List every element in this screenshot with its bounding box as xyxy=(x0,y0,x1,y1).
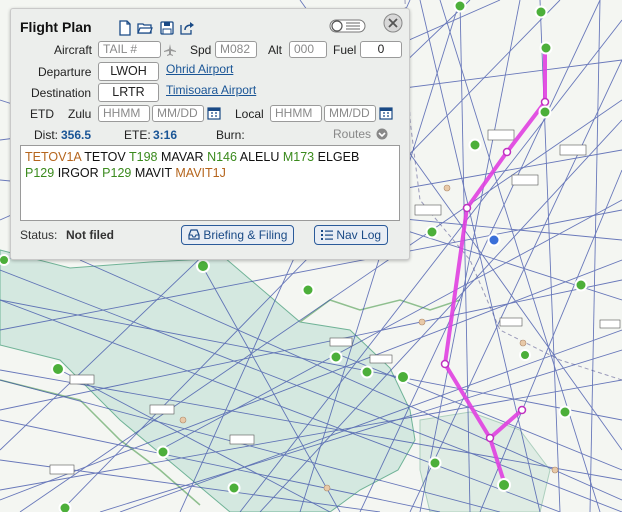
status-label: Status: xyxy=(20,228,58,242)
local-date-input[interactable]: MM/DD xyxy=(324,105,376,122)
local-label: Local xyxy=(235,107,264,121)
zulu-date-input[interactable]: MM/DD xyxy=(152,105,204,122)
route-fix: ELGEB xyxy=(317,150,360,164)
fuel-input[interactable]: 0 xyxy=(360,41,402,58)
fuel-label: Fuel xyxy=(333,43,357,57)
altitude-input[interactable]: 000 xyxy=(289,41,327,58)
briefing-filing-button[interactable]: Briefing & Filing xyxy=(181,225,295,245)
flight-plan-panel: Flight Plan Aircraft TAIL # Spd M082 Alt… xyxy=(10,8,410,260)
zulu-time-input[interactable]: HHMM xyxy=(98,105,150,122)
destination-label: Destination xyxy=(31,86,92,100)
route-airway: T198 xyxy=(129,150,158,164)
destination-airport-link[interactable]: Timisoara Airport xyxy=(166,83,256,97)
ete-value: 3:16 xyxy=(153,128,178,142)
chevron-down-circle-icon xyxy=(376,128,388,140)
local-calendar-icon[interactable] xyxy=(379,106,393,120)
route-airway: M173 xyxy=(282,150,315,164)
tray-icon xyxy=(188,229,200,240)
zulu-calendar-icon[interactable] xyxy=(207,106,221,120)
burn-label: Burn: xyxy=(216,128,245,142)
route-procedure: MAVIT1J xyxy=(175,166,226,180)
route-airway: P129 xyxy=(25,166,55,180)
departure-airport-link[interactable]: Ohrid Airport xyxy=(166,62,233,76)
departure-input[interactable]: LWOH xyxy=(98,62,159,81)
speed-input[interactable]: M082 xyxy=(215,41,257,58)
navaid-marker xyxy=(487,233,501,247)
nav-log-label: Nav Log xyxy=(336,228,382,242)
route-fix: ALELU xyxy=(239,150,280,164)
save-icon[interactable] xyxy=(159,20,175,36)
aircraft-input[interactable]: TAIL # xyxy=(98,41,161,58)
close-icon[interactable] xyxy=(383,13,403,33)
destination-input[interactable]: LRTR xyxy=(98,83,159,102)
departure-label: Departure xyxy=(38,65,92,79)
ete-label: ETE: xyxy=(124,128,151,142)
aircraft-label: Aircraft xyxy=(54,43,93,57)
altitude-label: Alt xyxy=(268,43,283,57)
briefing-filing-label: Briefing & Filing xyxy=(203,228,288,242)
zulu-label: Zulu xyxy=(68,107,92,121)
route-line-2: P129 IRGOR P129 MAVIT MAVIT1J xyxy=(25,165,395,181)
route-fix: IRGOR xyxy=(57,166,99,180)
route-fix: MAVIT xyxy=(134,166,172,180)
route-line-1: TETOV1A TETOV T198 MAVAR N146 ALELU M173… xyxy=(25,149,395,165)
etd-label: ETD xyxy=(30,107,54,121)
route-procedure: TETOV1A xyxy=(25,150,82,164)
routes-label: Routes xyxy=(333,127,372,141)
speed-label: Spd xyxy=(190,43,212,57)
aircraft-icon xyxy=(164,44,176,56)
status-value: Not filed xyxy=(66,228,114,242)
route-fix: MAVAR xyxy=(160,150,204,164)
toggle-switch-icon[interactable] xyxy=(329,18,367,34)
new-file-icon[interactable] xyxy=(117,20,133,36)
route-textbox[interactable]: TETOV1A TETOV T198 MAVAR N146 ALELU M173… xyxy=(20,145,400,221)
distance-label: Dist: xyxy=(34,128,58,142)
local-time-input[interactable]: HHMM xyxy=(270,105,322,122)
panel-title: Flight Plan xyxy=(20,19,92,35)
list-icon xyxy=(321,230,333,240)
routes-dropdown[interactable]: Routes xyxy=(333,127,388,141)
route-fix: TETOV xyxy=(84,150,126,164)
route-airway: P129 xyxy=(102,166,132,180)
distance-value: 356.5 xyxy=(61,128,92,142)
open-folder-icon[interactable] xyxy=(137,20,153,36)
route-airway: N146 xyxy=(207,150,237,164)
share-icon[interactable] xyxy=(179,20,195,36)
nav-log-button[interactable]: Nav Log xyxy=(314,225,389,245)
